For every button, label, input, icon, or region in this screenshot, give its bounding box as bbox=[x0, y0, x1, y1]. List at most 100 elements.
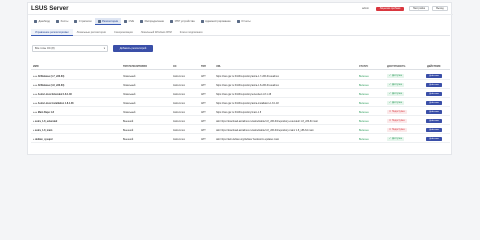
dashboard-icon bbox=[34, 20, 37, 23]
repo-name[interactable]: + astra_1.8_extended bbox=[33, 120, 57, 123]
repo-type: Локальный bbox=[123, 83, 136, 87]
nav-item-repositories[interactable]: Репозитории bbox=[94, 18, 122, 25]
settings-button[interactable]: Настройки bbox=[409, 6, 429, 11]
repo-name[interactable]: + debian_sysupd bbox=[33, 138, 52, 141]
hosts-icon bbox=[56, 20, 60, 23]
repo-url: https://lsus.gsr.ru:3443/repository/astr… bbox=[216, 83, 279, 87]
repo-os: Astra Linux bbox=[173, 92, 185, 96]
tab-signing-keys[interactable]: Ключи подписания bbox=[176, 29, 207, 36]
table-row: +++ Astra Linux Extended 1.8.1.48 Локальн… bbox=[31, 90, 450, 98]
availability-label: Доступен bbox=[391, 74, 402, 77]
repo-type: Внешний bbox=[123, 119, 134, 123]
repo-format: APT bbox=[201, 128, 206, 132]
col-status[interactable]: СТАТУС bbox=[359, 65, 368, 68]
tab-sync[interactable]: Синхронизация bbox=[110, 29, 137, 36]
repo-format: APT bbox=[201, 137, 206, 141]
actions-button[interactable]: Действия bbox=[426, 82, 442, 87]
logout-button[interactable]: Выход bbox=[432, 6, 448, 11]
check-icon: ✓ Доступен bbox=[387, 73, 404, 78]
check-icon: ✓ bbox=[389, 138, 391, 141]
table-row: + astra_1.8_main Внешний Astra Linux APT deb… bbox=[31, 126, 450, 134]
col-name[interactable]: ИМЯ bbox=[33, 65, 38, 68]
check-icon: ✓ Доступен bbox=[387, 136, 404, 141]
col-repo-type[interactable]: ТИП РЕПОЗИТОРИЯ bbox=[123, 65, 147, 68]
availability-badge: ✕ Недоступен bbox=[387, 118, 407, 123]
check-icon: ✓ Доступен bbox=[387, 91, 404, 96]
col-url[interactable]: URL bbox=[216, 65, 221, 68]
repo-os: Astra Linux bbox=[173, 119, 185, 123]
actions-button[interactable]: Действия bbox=[426, 73, 442, 78]
repo-url: deb https://download.astralinux.ru/astra… bbox=[216, 128, 314, 132]
actions-button[interactable]: Действия bbox=[426, 136, 442, 141]
repo-os: Astra Linux bbox=[173, 101, 185, 105]
tab-windows[interactable]: Локальный Windows ЯПИ bbox=[137, 29, 176, 36]
col-actions: ДЕЙСТВИЯ bbox=[427, 65, 441, 68]
repo-url: https://lsus.gsr.ru:3443/repository/astr… bbox=[216, 101, 279, 105]
actions-button[interactable]: Действия bbox=[426, 100, 442, 105]
table-row: + astra_1.8_extended Внешний Astra Linux AP… bbox=[31, 117, 450, 125]
repo-os: Astra Linux bbox=[173, 83, 185, 87]
table-row: +++ Main Repo 1.8 Локальный Astra Linux APT… bbox=[31, 108, 450, 116]
availability-label: Недоступен bbox=[391, 110, 405, 113]
col-os[interactable]: ОС bbox=[173, 65, 177, 68]
add-repository-button[interactable]: Добавить репозиторий bbox=[113, 45, 153, 52]
reports-icon bbox=[236, 20, 240, 23]
table-header: ИМЯ ТИП РЕПОЗИТОРИЯ ОС ТИП URL СТАТУС ДО… bbox=[31, 63, 450, 70]
nav-item-admin[interactable]: Администрирование bbox=[198, 18, 234, 25]
status-text: Включен bbox=[359, 137, 369, 141]
check-icon: ✓ bbox=[389, 93, 391, 96]
cross-icon: ✕ bbox=[389, 129, 391, 132]
repo-os: Astra Linux bbox=[173, 137, 185, 141]
tab-repo-management[interactable]: Управление репозиториями bbox=[31, 29, 73, 36]
repo-format: APT bbox=[201, 110, 206, 114]
nav-item-distribution[interactable]: Распределение bbox=[137, 18, 167, 25]
distribution-icon bbox=[140, 20, 144, 23]
actions-button[interactable]: Действия bbox=[426, 109, 442, 114]
repo-name[interactable]: + astra_1.8_main bbox=[33, 129, 52, 132]
table-row: +++ Astra Linux Installation 1.8.1.48 Лок… bbox=[31, 99, 450, 107]
col-type[interactable]: ТИП bbox=[201, 65, 206, 68]
status-text: Включен bbox=[359, 83, 369, 87]
repo-name[interactable]: +++ Main Repo 1.8 bbox=[33, 111, 54, 114]
availability-badge: ✕ Недоступен bbox=[387, 109, 407, 114]
availability-label: Недоступен bbox=[391, 119, 405, 122]
availability-badge: ✓ Доступен bbox=[387, 73, 404, 78]
repo-name[interactable]: +++ Astra Linux Installation 1.8.1.48 bbox=[33, 102, 74, 105]
os-filter-value: Все типы ОС (8) bbox=[35, 47, 55, 50]
availability-label: Доступен bbox=[391, 137, 402, 140]
availability-label: Доступен bbox=[391, 101, 402, 104]
repo-name[interactable]: +++ AVRelease (1.7_x86-64) bbox=[33, 75, 64, 78]
check-icon: ✓ bbox=[389, 75, 391, 78]
table-row: + debian_sysupd Внешний Astra Linux APT deb … bbox=[31, 135, 450, 143]
repo-type: Внешний bbox=[123, 137, 134, 141]
repo-type: Локальный bbox=[123, 92, 136, 96]
os-filter-select[interactable]: Все типы ОС (8) ▾ bbox=[32, 45, 108, 52]
table-row: +++ AVRelease (1.8_x86-64) Локальный Astra… bbox=[31, 81, 450, 89]
nav-item-cve[interactable]: CVE bbox=[121, 18, 137, 25]
check-icon: ✓ bbox=[389, 102, 391, 105]
license-badge: Лицензия пробная bbox=[376, 6, 404, 11]
availability-badge: ✓ Доступен bbox=[387, 82, 404, 87]
status-text: Включен bbox=[359, 101, 369, 105]
repo-url: https://lsus.gsr.ru:3443/repository/exte… bbox=[216, 92, 272, 96]
repo-format: APT bbox=[201, 83, 206, 87]
nav-item-hosts[interactable]: Хосты bbox=[53, 18, 71, 25]
cross-icon: ✕ bbox=[389, 111, 391, 114]
strategy-icon bbox=[74, 20, 78, 23]
nav-item-reports[interactable]: Отчеты bbox=[234, 18, 254, 25]
col-availability[interactable]: ДОСТУПНОСТЬ bbox=[387, 65, 405, 68]
repo-name[interactable]: +++ Astra Linux Extended 1.8.1.48 bbox=[33, 93, 72, 96]
repo-type: Локальный bbox=[123, 110, 136, 114]
repo-format: APT bbox=[201, 119, 206, 123]
nav-item-devices[interactable]: УПР устройства bbox=[167, 18, 198, 25]
nav-item-strategy[interactable]: Стратегии bbox=[71, 18, 94, 25]
actions-button[interactable]: Действия bbox=[426, 127, 442, 132]
repository-icon bbox=[97, 19, 101, 23]
actions-button[interactable]: Действия bbox=[426, 91, 442, 96]
status-text: Включен bbox=[359, 128, 369, 132]
tab-local-repos[interactable]: Локальные репозитории bbox=[73, 29, 110, 36]
nav-item-dashboard[interactable]: Дашборд bbox=[31, 18, 53, 25]
actions-button[interactable]: Действия bbox=[426, 118, 442, 123]
repo-type: Внешний bbox=[123, 128, 134, 132]
repo-name[interactable]: +++ AVRelease (1.8_x86-64) bbox=[33, 84, 64, 87]
